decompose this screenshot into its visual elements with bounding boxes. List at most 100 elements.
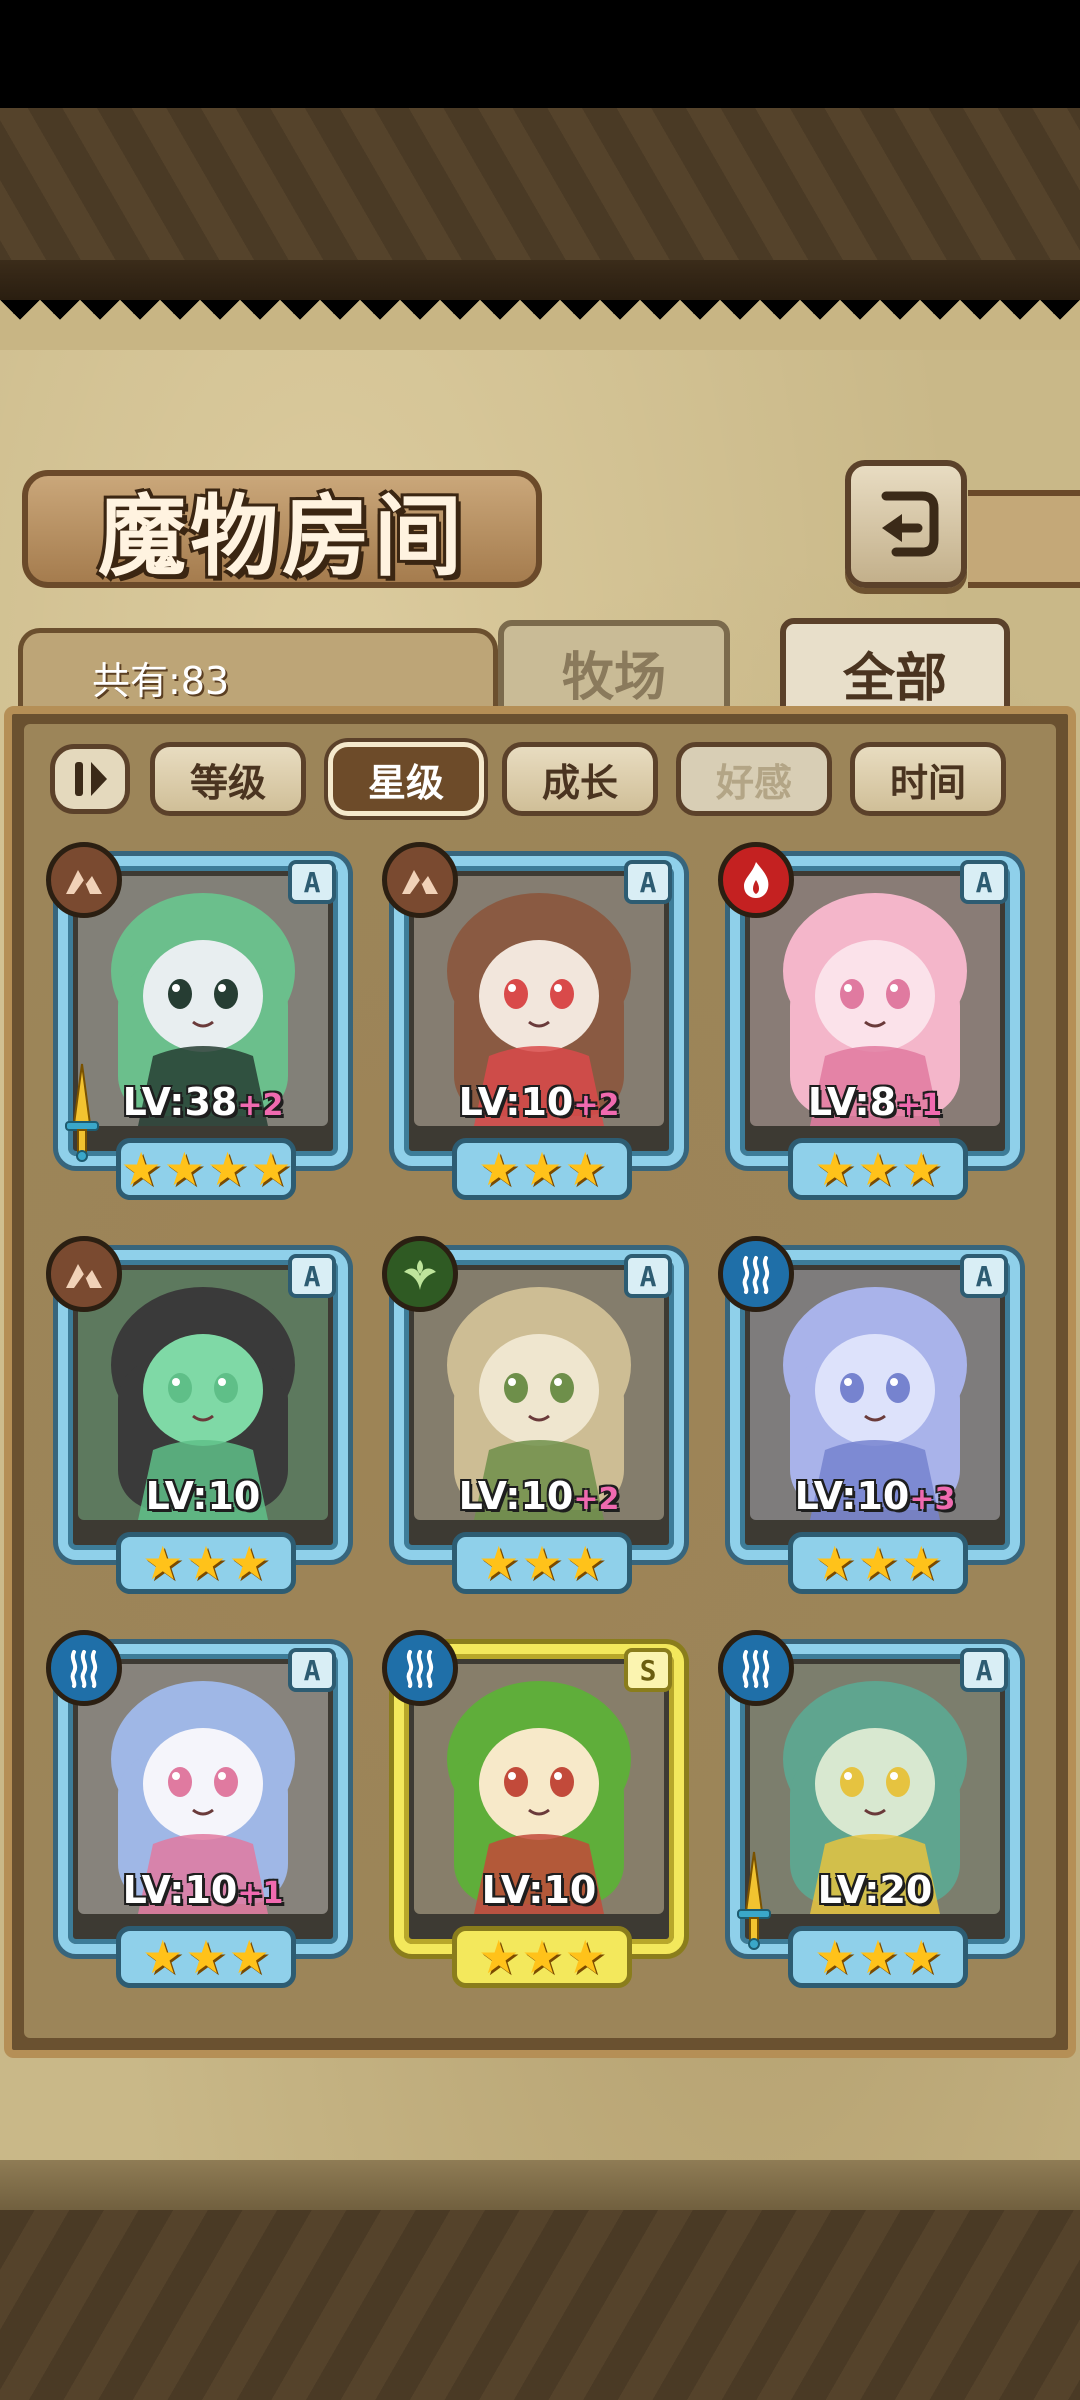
level-label: LV:10+2	[414, 1474, 664, 1518]
star-icon: ★	[857, 1142, 899, 1196]
earth-icon	[46, 1236, 122, 1312]
rank-badge: A	[288, 860, 336, 904]
monster-card[interactable]: S LV:10 ★ ★ ★	[382, 1630, 684, 1990]
sort-affection-button[interactable]: 好感	[676, 742, 832, 816]
star-icon: ★	[521, 1930, 563, 1984]
star-rating: ★ ★ ★	[116, 1926, 296, 1988]
star-rating: ★ ★ ★	[452, 1138, 632, 1200]
rank-badge: A	[960, 860, 1008, 904]
star-icon: ★	[521, 1536, 563, 1590]
star-rating: ★ ★ ★	[116, 1532, 296, 1594]
star-rating: ★ ★ ★	[788, 1138, 968, 1200]
back-button[interactable]	[845, 460, 967, 588]
rank-label: A	[303, 1259, 321, 1293]
sort-level-label: 等级	[189, 759, 266, 805]
star-rating: ★ ★ ★	[452, 1926, 632, 1988]
zigzag-border	[0, 290, 1080, 350]
star-icon: ★	[857, 1536, 899, 1590]
monster-card[interactable]: A LV:10+2 ★ ★ ★	[382, 1236, 684, 1596]
sort-affection-label: 好感	[715, 759, 792, 805]
star-icon: ★	[564, 1536, 606, 1590]
level-value: LV:10	[145, 1474, 261, 1518]
level-label: LV:10+3	[750, 1474, 1000, 1518]
monster-card[interactable]: A LV:8+1 ★ ★ ★	[718, 842, 1020, 1202]
star-icon: ★	[900, 1536, 942, 1590]
sort-level-button[interactable]: 等级	[150, 742, 306, 816]
sort-star-button[interactable]: 星级	[328, 742, 484, 816]
tab-all-label: 全部	[842, 647, 947, 709]
level-bonus: +2	[573, 1088, 620, 1123]
level-value: LV:10	[458, 1474, 574, 1518]
star-icon: ★	[900, 1142, 942, 1196]
star-icon: ★	[185, 1536, 227, 1590]
sort-order-toggle[interactable]	[50, 744, 130, 814]
water-icon	[46, 1630, 122, 1706]
star-icon: ★	[521, 1142, 563, 1196]
rank-badge: A	[288, 1254, 336, 1298]
star-icon: ★	[478, 1142, 520, 1196]
level-bonus: +1	[896, 1088, 943, 1123]
level-value: LV:10	[122, 1868, 238, 1912]
rank-badge: S	[624, 1648, 672, 1692]
bottom-map-banner	[0, 2210, 1080, 2400]
sort-time-button[interactable]: 时间	[850, 742, 1006, 816]
top-map-banner	[0, 108, 1080, 300]
level-value: LV:10	[481, 1868, 597, 1912]
tab-ranch-label: 牧场	[561, 646, 666, 708]
level-label: LV:10+1	[78, 1868, 328, 1912]
star-icon: ★	[207, 1142, 249, 1196]
earth-icon	[46, 842, 122, 918]
star-rating: ★ ★ ★ ★	[116, 1138, 296, 1200]
star-icon: ★	[478, 1536, 520, 1590]
rank-label: A	[639, 865, 657, 899]
rank-badge: A	[624, 1254, 672, 1298]
rank-label: S	[639, 1653, 657, 1687]
rank-badge: A	[960, 1648, 1008, 1692]
rank-label: A	[975, 1259, 993, 1293]
star-icon: ★	[142, 1536, 184, 1590]
level-label: LV:10+2	[414, 1080, 664, 1124]
star-rating: ★ ★ ★	[452, 1532, 632, 1594]
level-bonus: +3	[909, 1482, 956, 1517]
total-count: 共有:83	[92, 659, 230, 703]
monster-card[interactable]: A LV:20 ★ ★ ★	[718, 1630, 1020, 1990]
water-icon	[382, 1630, 458, 1706]
rank-badge: A	[288, 1648, 336, 1692]
sort-order-icon	[75, 762, 107, 796]
level-bonus: +2	[573, 1482, 620, 1517]
sort-star-label: 星级	[367, 759, 444, 805]
water-icon	[718, 1630, 794, 1706]
level-label: LV:20	[750, 1868, 1000, 1912]
page-title: 魔物房间	[97, 483, 466, 588]
sort-growth-button[interactable]: 成长	[502, 742, 658, 816]
monster-card[interactable]: A LV:38+2 ★ ★ ★ ★	[46, 842, 348, 1202]
star-icon: ★	[163, 1142, 205, 1196]
back-arrow-icon	[881, 491, 939, 557]
sort-growth-label: 成长	[541, 759, 618, 805]
title-plate: 魔物房间	[22, 470, 542, 588]
monster-card[interactable]: A LV:10+1 ★ ★ ★	[46, 1630, 348, 1990]
monster-card[interactable]: A LV:10+2 ★ ★ ★	[382, 842, 684, 1202]
earth-icon	[382, 842, 458, 918]
rank-label: A	[303, 1653, 321, 1687]
star-icon: ★	[857, 1930, 899, 1984]
star-icon: ★	[185, 1930, 227, 1984]
star-icon: ★	[478, 1930, 520, 1984]
monster-card[interactable]: A LV:10+3 ★ ★ ★	[718, 1236, 1020, 1596]
level-value: LV:8	[807, 1080, 897, 1124]
water-icon	[718, 1236, 794, 1312]
star-icon: ★	[120, 1142, 162, 1196]
level-value: LV:10	[458, 1080, 574, 1124]
rank-label: A	[639, 1259, 657, 1293]
level-value: LV:20	[817, 1868, 933, 1912]
star-icon: ★	[814, 1536, 856, 1590]
level-bonus: +2	[237, 1088, 284, 1123]
monster-card[interactable]: A LV:10 ★ ★ ★	[46, 1236, 348, 1596]
level-value: LV:38	[122, 1080, 238, 1124]
star-icon: ★	[142, 1930, 184, 1984]
level-label: LV:10	[414, 1868, 664, 1912]
sort-time-label: 时间	[889, 759, 966, 805]
star-icon: ★	[814, 1930, 856, 1984]
star-icon: ★	[228, 1536, 270, 1590]
star-icon: ★	[814, 1142, 856, 1196]
